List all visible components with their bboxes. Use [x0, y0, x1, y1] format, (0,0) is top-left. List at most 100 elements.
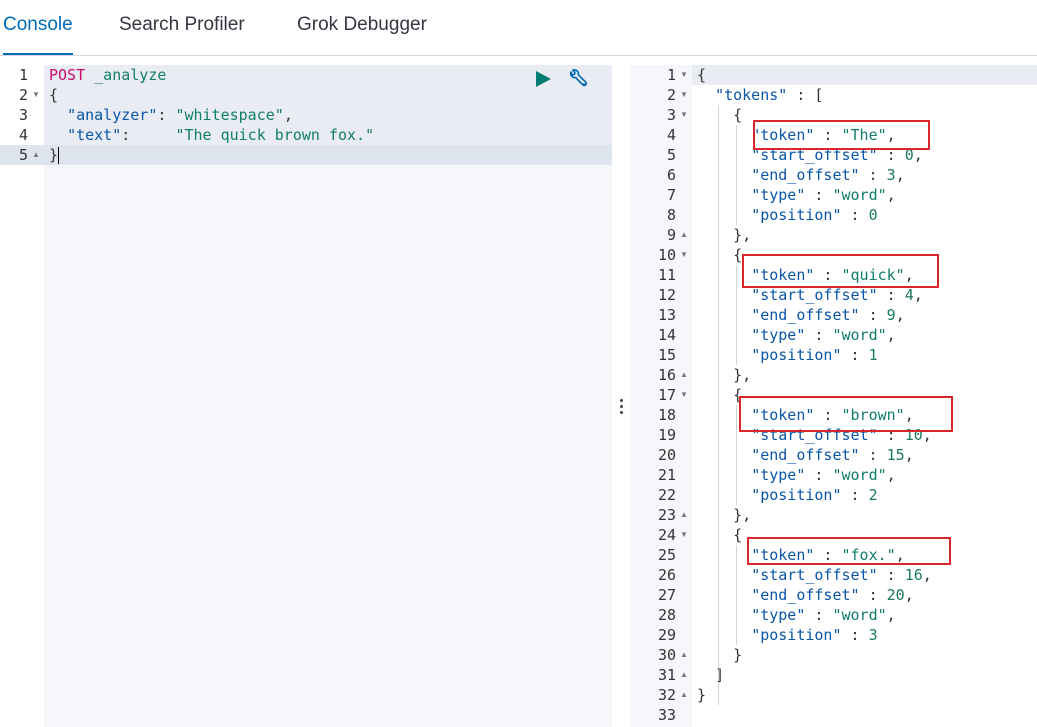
line-number: 3 — [18, 106, 28, 124]
response-line: }, — [733, 506, 752, 524]
response-line: "end_offset" : 3, — [751, 166, 905, 184]
line-number: 33 — [657, 706, 676, 724]
line-number: 7 — [666, 186, 676, 204]
line-number: 15 — [657, 346, 676, 364]
fold-expand-icon[interactable]: ▲ — [680, 225, 688, 245]
response-line: }, — [733, 226, 752, 244]
response-line: } — [733, 646, 743, 664]
http-method: POST — [49, 66, 86, 84]
fold-expand-icon[interactable]: ▲ — [680, 685, 688, 705]
response-line: ] — [715, 666, 725, 684]
response-line: "token" : "brown", — [751, 406, 914, 424]
line-number: 3 — [666, 106, 676, 124]
response-line: "start_offset" : 10, — [751, 426, 932, 444]
response-line: "position" : 2 — [751, 486, 878, 504]
line-number: 30 — [657, 646, 676, 664]
response-line: { — [697, 66, 707, 84]
fold-expand-icon[interactable]: ▲ — [680, 365, 688, 385]
response-line: "end_offset" : 9, — [751, 306, 905, 324]
response-line: "type" : "word", — [751, 326, 896, 344]
response-line: }, — [733, 366, 752, 384]
fold-collapse-icon[interactable]: ▼ — [680, 525, 688, 545]
fold-collapse-icon[interactable]: ▼ — [680, 105, 688, 125]
analyzer-key: "analyzer" — [67, 106, 158, 124]
line-number: 4 — [18, 126, 28, 144]
response-line: "tokens" : [ — [715, 86, 824, 104]
fold-collapse-icon[interactable]: ▼ — [680, 245, 688, 265]
response-line: "start_offset" : 0, — [751, 146, 923, 164]
line-number: 13 — [657, 306, 676, 324]
line-number: 26 — [657, 566, 676, 584]
line-number: 5 — [18, 146, 28, 164]
line-number: 16 — [657, 366, 676, 384]
fold-collapse-icon[interactable]: ▼ — [680, 385, 688, 405]
tab-bar: Console Search Profiler Grok Debugger — [0, 0, 1037, 56]
fold-expand-icon[interactable]: ▲ — [680, 505, 688, 525]
wrench-icon[interactable] — [566, 69, 588, 91]
line-number: 4 — [666, 126, 676, 144]
line-number: 18 — [657, 406, 676, 424]
line-number: 10 — [657, 246, 676, 264]
line-number: 1 — [18, 66, 28, 84]
analyzer-value: "whitespace" — [175, 106, 284, 124]
response-line: } — [697, 686, 707, 704]
text-value: "The quick brown fox." — [175, 126, 375, 144]
response-viewer[interactable]: 1 ▼ 2 ▼ 3 ▼ 4 5 6 7 8 9 ▲ 10 ▼ 11 12 13 14 15 16 ▲ 17 ▼ 18 19 20 21… — [631, 65, 1037, 727]
response-line: "type" : "word", — [751, 606, 896, 624]
line-number: 25 — [657, 546, 676, 564]
tab-search-profiler[interactable]: Search Profiler — [119, 0, 245, 54]
request-line-3: "analyzer": "whitespace", — [67, 106, 293, 124]
fold-collapse-icon[interactable]: ▼ — [32, 85, 40, 105]
response-line: "end_offset" : 15, — [751, 446, 914, 464]
text-cursor — [58, 147, 60, 164]
fold-collapse-icon[interactable]: ▼ — [680, 65, 688, 85]
pane-resizer[interactable] — [617, 396, 625, 418]
request-url: _analyze — [94, 66, 167, 84]
response-line: "start_offset" : 4, — [751, 286, 923, 304]
response-line: "type" : "word", — [751, 186, 896, 204]
line-number: 20 — [657, 446, 676, 464]
line-number: 9 — [666, 226, 676, 244]
text-key: "text" — [67, 126, 122, 144]
response-line: "position" : 0 — [751, 206, 878, 224]
line-number: 8 — [666, 206, 676, 224]
fold-collapse-icon[interactable]: ▼ — [680, 85, 688, 105]
line-number: 2 — [18, 86, 28, 104]
line-number: 5 — [666, 146, 676, 164]
response-line: "token" : "fox.", — [751, 546, 905, 564]
line-number: 29 — [657, 626, 676, 644]
response-line: { — [733, 386, 743, 404]
line-number: 17 — [657, 386, 676, 404]
response-line: "token" : "The", — [751, 126, 896, 144]
response-line: "start_offset" : 16, — [751, 566, 932, 584]
line-number: 32 — [657, 686, 676, 704]
line-number: 14 — [657, 326, 676, 344]
fold-expand-icon[interactable]: ▲ — [680, 665, 688, 685]
line-number: 22 — [657, 486, 676, 504]
line-number: 19 — [657, 426, 676, 444]
line-number: 2 — [666, 86, 676, 104]
response-line: "position" : 3 — [751, 626, 878, 644]
response-line: { — [733, 246, 743, 264]
line-number: 6 — [666, 166, 676, 184]
response-line: "position" : 1 — [751, 346, 878, 364]
tab-console[interactable]: Console — [3, 0, 73, 55]
request-actions — [534, 68, 594, 92]
line-number: 21 — [657, 466, 676, 484]
line-number: 31 — [657, 666, 676, 684]
response-active-line — [692, 65, 1037, 85]
fold-expand-icon[interactable]: ▲ — [32, 145, 40, 165]
request-line-4: "text": "The quick brown fox." — [67, 126, 375, 144]
line-number: 12 — [657, 286, 676, 304]
tab-grok-debugger[interactable]: Grok Debugger — [297, 0, 427, 54]
request-editor[interactable]: 1 2 ▼ 3 4 5 ▲ POST _analyze { "analyzer": "whi… — [0, 65, 612, 727]
line-number: 24 — [657, 526, 676, 544]
line-number: 27 — [657, 586, 676, 604]
active-line-highlight — [0, 145, 612, 165]
line-number: 23 — [657, 506, 676, 524]
request-line-2: { — [49, 86, 59, 104]
response-line: "type" : "word", — [751, 466, 896, 484]
play-icon[interactable] — [534, 70, 552, 88]
request-line-5: } — [49, 146, 60, 164]
fold-expand-icon[interactable]: ▲ — [680, 645, 688, 665]
